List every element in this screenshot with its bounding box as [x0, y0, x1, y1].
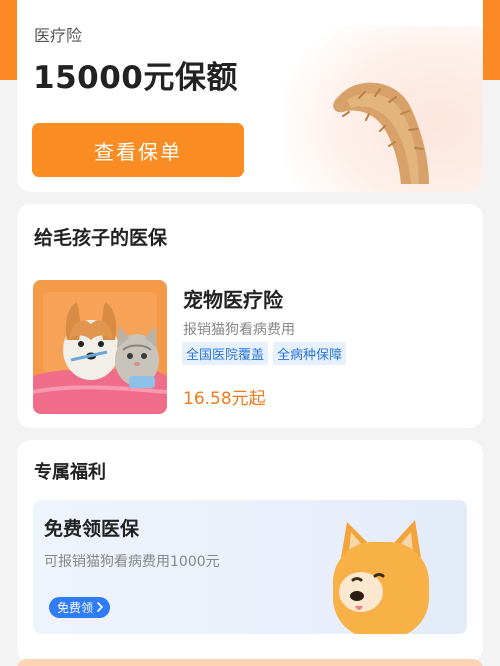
- dog-and-cat-image: [33, 280, 167, 414]
- shiba-dog-illustration: [333, 520, 429, 634]
- insurance-type-label: 医疗险: [34, 26, 83, 45]
- chevron-right-icon: [96, 601, 104, 615]
- next-card-peek: [17, 659, 483, 666]
- claim-free-button-label: 免费领: [57, 601, 94, 615]
- free-insurance-offer[interactable]: 免费领医保 可报销猫狗看病费用1000元 免费领: [33, 500, 467, 634]
- benefits-card: 专属福利 免费领医保 可报销猫狗看病费用1000元 免费领: [17, 440, 483, 662]
- section-title: 给毛孩子的医保: [34, 227, 168, 249]
- pet-insurance-card: 给毛孩子的医保 宠物医疗险 报销猫狗看病费用 全国医院覆盖 全病种保障 16.5…: [17, 204, 483, 428]
- product-tag: 全病种保障: [273, 342, 347, 365]
- cat-tail-illustration: [333, 82, 429, 184]
- claim-free-button[interactable]: 免费领: [49, 597, 111, 618]
- section-title: 专属福利: [34, 462, 106, 483]
- product-price: 16.58元起: [183, 389, 266, 409]
- pet-product-image[interactable]: [33, 280, 167, 414]
- product-tags: 全国医院覆盖 全病种保障: [182, 342, 347, 365]
- insurance-summary-card: 医疗险 15000元保额 查看保单: [17, 0, 483, 192]
- product-tag: 全国医院覆盖: [182, 342, 269, 365]
- offer-description: 可报销猫狗看病费用1000元: [44, 554, 220, 570]
- coverage-amount: 15000元保额: [33, 60, 238, 96]
- offer-title: 免费领医保: [44, 518, 140, 540]
- product-name[interactable]: 宠物医疗险: [183, 284, 283, 313]
- product-description: 报销猫狗看病费用: [183, 322, 295, 338]
- view-policy-button[interactable]: 查看保单: [32, 123, 244, 177]
